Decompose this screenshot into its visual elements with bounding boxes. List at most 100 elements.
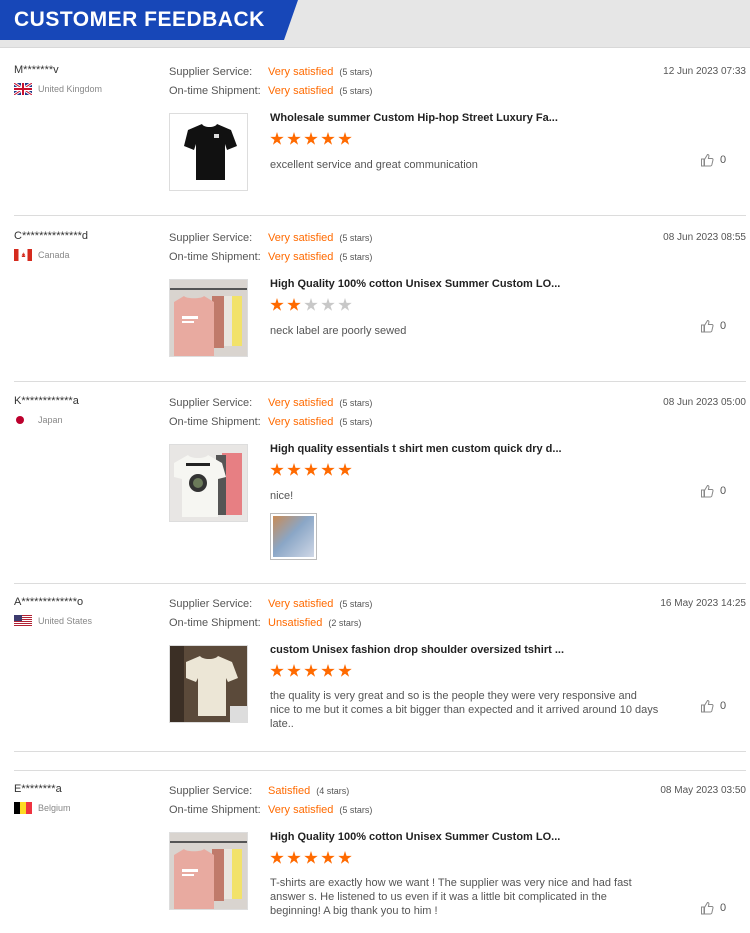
shipment-rating: Very satisfied (5 stars) bbox=[268, 85, 372, 97]
review-date: 08 Jun 2023 08:55 bbox=[663, 232, 746, 243]
shipment-rating-stars: (2 stars) bbox=[328, 618, 362, 628]
shipment-rating-text: Very satisfied bbox=[268, 804, 334, 816]
star-icon bbox=[270, 664, 284, 677]
supplier-rating-text: Very satisfied bbox=[268, 397, 334, 409]
review-photo-attachment[interactable] bbox=[270, 513, 317, 560]
review-comment: the quality is very great and so is the … bbox=[270, 690, 659, 730]
like-button[interactable]: 0 bbox=[700, 699, 726, 713]
shipment-rating: Very satisfied (5 stars) bbox=[268, 251, 372, 263]
product-title-link[interactable]: Wholesale summer Custom Hip-hop Street L… bbox=[270, 112, 558, 124]
review-comment: neck label are poorly sewed bbox=[270, 325, 407, 337]
shipment-rating-text: Very satisfied bbox=[268, 85, 334, 97]
product-title-link[interactable]: custom Unisex fashion drop shoulder over… bbox=[270, 644, 564, 656]
country-label: Belgium bbox=[38, 803, 71, 813]
product-star-rating bbox=[270, 298, 352, 312]
product-thumbnail[interactable] bbox=[169, 113, 248, 191]
like-button[interactable]: 0 bbox=[700, 901, 726, 915]
star-icon bbox=[338, 463, 352, 476]
review-item: C**************d Canada Supplier Service: O… bbox=[0, 230, 750, 357]
review-divider bbox=[14, 215, 746, 216]
supplier-service-label: Supplier Service: bbox=[169, 397, 253, 409]
star-icon bbox=[270, 132, 284, 145]
review-date: 08 Jun 2023 05:00 bbox=[663, 397, 746, 408]
shipment-rating-text: Unsatisfied bbox=[268, 617, 323, 629]
supplier-service-label: Supplier Service: bbox=[169, 232, 253, 244]
thumbs-up-icon bbox=[701, 319, 714, 333]
reviewer-name: E********a bbox=[14, 783, 62, 795]
supplier-rating: Very satisfied (5 stars) bbox=[268, 598, 372, 610]
canada-flag-icon bbox=[14, 249, 32, 261]
reviewer-country: Japan bbox=[14, 414, 63, 426]
product-star-rating bbox=[270, 463, 352, 477]
star-icon bbox=[321, 664, 335, 677]
review-date: 16 May 2023 14:25 bbox=[660, 598, 746, 609]
supplier-rating-stars: (4 stars) bbox=[316, 786, 350, 796]
supplier-rating-stars: (5 stars) bbox=[339, 233, 373, 243]
like-button[interactable]: 0 bbox=[700, 319, 726, 333]
star-icon bbox=[304, 851, 318, 864]
thumbs-up-icon bbox=[701, 901, 714, 915]
star-icon bbox=[304, 463, 318, 476]
review-item: M*******v United Kingdom Supplier Service:… bbox=[0, 64, 750, 191]
reviewer-name: A*************o bbox=[14, 596, 84, 608]
star-icon bbox=[270, 463, 284, 476]
product-title-link[interactable]: High Quality 100% cotton Unisex Summer C… bbox=[270, 831, 560, 843]
supplier-rating-stars: (5 stars) bbox=[339, 67, 373, 77]
product-thumbnail[interactable] bbox=[169, 832, 248, 910]
japan-flag-icon bbox=[14, 414, 32, 426]
shipment-rating-stars: (5 stars) bbox=[339, 417, 373, 427]
supplier-service-label: Supplier Service: bbox=[169, 66, 253, 78]
header-tab: CUSTOMER FEEDBACK bbox=[0, 0, 298, 40]
country-label: United States bbox=[38, 616, 93, 626]
product-title-link[interactable]: High Quality 100% cotton Unisex Summer C… bbox=[270, 278, 560, 290]
country-label: Japan bbox=[38, 415, 63, 425]
shipment-rating-stars: (5 stars) bbox=[339, 805, 373, 815]
star-icon bbox=[287, 298, 301, 311]
review-comment: T-shirts are exactly how we want ! The s… bbox=[270, 877, 632, 917]
product-thumbnail[interactable] bbox=[169, 279, 248, 357]
like-count: 0 bbox=[720, 902, 727, 914]
review-comment: excellent service and great communicatio… bbox=[270, 159, 478, 171]
reviewer-name: K************a bbox=[14, 395, 79, 407]
like-count: 0 bbox=[720, 485, 727, 497]
star-icon bbox=[304, 298, 318, 311]
star-icon bbox=[321, 132, 335, 145]
product-thumbnail[interactable] bbox=[169, 645, 248, 723]
reviewer-name: C**************d bbox=[14, 230, 88, 242]
review-item: K************a Japan Supplier Service: On-t… bbox=[0, 395, 750, 560]
shipment-rating-text: Very satisfied bbox=[268, 251, 334, 263]
product-star-rating bbox=[270, 132, 352, 146]
like-button[interactable]: 0 bbox=[700, 153, 726, 167]
product-thumbnail[interactable] bbox=[169, 444, 248, 522]
header-bar: CUSTOMER FEEDBACK bbox=[0, 0, 750, 48]
star-icon bbox=[321, 463, 335, 476]
supplier-rating: Satisfied (4 stars) bbox=[268, 785, 349, 797]
reviewer-country: Belgium bbox=[14, 802, 71, 814]
ontime-shipment-label: On-time Shipment: bbox=[169, 617, 261, 629]
thumbs-up-icon bbox=[701, 484, 714, 498]
review-date: 12 Jun 2023 07:33 bbox=[663, 66, 746, 77]
product-star-rating bbox=[270, 851, 352, 865]
product-title-link[interactable]: High quality essentials t shirt men cust… bbox=[270, 443, 562, 455]
country-label: United Kingdom bbox=[38, 84, 103, 94]
reviewer-country: United States bbox=[14, 615, 92, 627]
star-icon bbox=[338, 298, 352, 311]
star-icon bbox=[338, 132, 352, 145]
star-icon bbox=[321, 298, 335, 311]
shipment-rating-text: Very satisfied bbox=[268, 416, 334, 428]
star-icon bbox=[270, 298, 284, 311]
supplier-rating-text: Very satisfied bbox=[268, 598, 334, 610]
star-icon bbox=[338, 664, 352, 677]
like-count: 0 bbox=[720, 700, 727, 712]
review-item: E********a Belgium Supplier Service: On-tim… bbox=[0, 783, 750, 917]
like-button[interactable]: 0 bbox=[700, 484, 726, 498]
supplier-rating-text: Very satisfied bbox=[268, 66, 334, 78]
star-icon bbox=[287, 851, 301, 864]
thumbs-up-icon bbox=[701, 699, 714, 713]
supplier-rating-stars: (5 stars) bbox=[339, 599, 373, 609]
shipment-rating-stars: (5 stars) bbox=[339, 252, 373, 262]
reviewer-country: United Kingdom bbox=[14, 83, 102, 95]
supplier-rating-stars: (5 stars) bbox=[339, 398, 373, 408]
star-icon bbox=[304, 132, 318, 145]
belgium-flag-icon bbox=[14, 802, 32, 814]
